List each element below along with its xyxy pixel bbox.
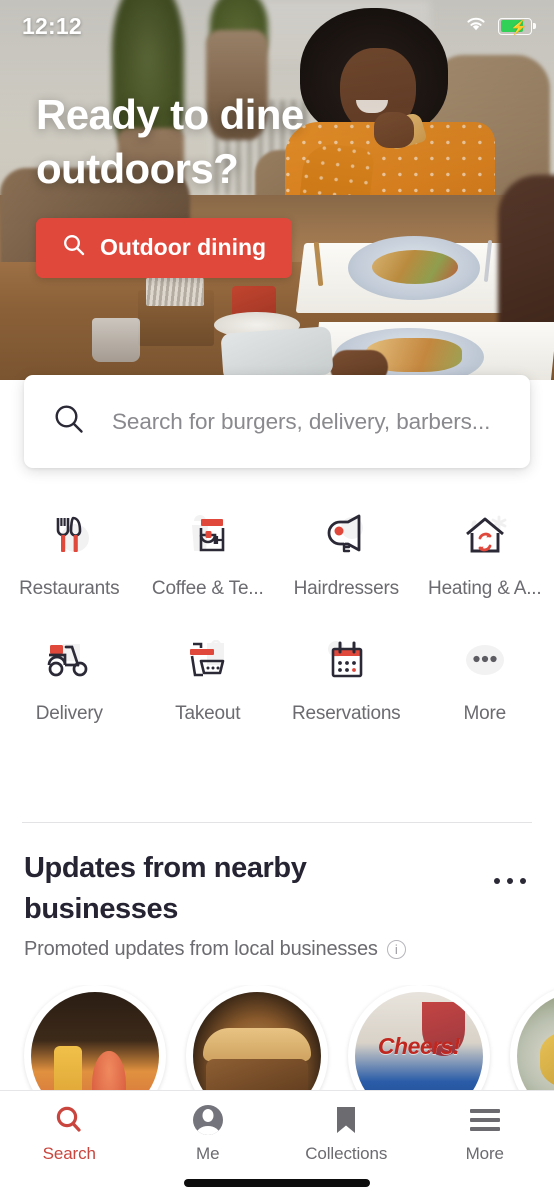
nav-label: Collections <box>305 1144 388 1163</box>
nav-item-collections[interactable]: Collections <box>277 1103 416 1164</box>
nav-label: Search <box>42 1144 96 1163</box>
search-input[interactable]: Search for burgers, delivery, barbers... <box>24 375 530 468</box>
category-hairdressers[interactable]: Hairdressers <box>277 505 416 600</box>
story-caption: Cheers! <box>377 1032 461 1059</box>
hamburger-icon <box>469 1103 500 1137</box>
category-takeout[interactable]: Takeout <box>139 630 278 725</box>
nav-item-me[interactable]: Me <box>139 1103 278 1164</box>
status-clock: 12:12 <box>22 12 82 39</box>
category-restaurants[interactable]: Restaurants <box>0 505 139 600</box>
updates-section: Updates from nearby businesses Promoted … <box>24 848 530 961</box>
bottom-navigation: Search Me Collections More <box>0 1090 554 1200</box>
ellipsis-icon <box>453 630 517 690</box>
updates-title: Updates from nearby businesses <box>24 852 307 925</box>
takeout-box-icon <box>176 630 240 690</box>
avatar-icon <box>192 1103 223 1137</box>
fork-knife-icon <box>37 505 101 565</box>
search-icon <box>52 402 86 441</box>
cheers-promo-flyer: Cheers! <box>355 992 483 1095</box>
nav-label: Me <box>196 1144 220 1163</box>
category-more[interactable]: More <box>416 630 554 725</box>
section-divider <box>22 822 532 823</box>
kebab-menu-icon[interactable] <box>494 848 530 884</box>
category-reservations[interactable]: Reservations <box>277 630 416 725</box>
hair-dryer-icon <box>314 505 378 565</box>
category-label: More <box>463 703 507 724</box>
search-placeholder: Search for burgers, delivery, barbers... <box>112 408 491 434</box>
nav-item-more[interactable]: More <box>416 1103 554 1164</box>
story-item[interactable]: Cheers! <box>348 985 490 1095</box>
bookmark-icon <box>332 1103 360 1137</box>
category-delivery[interactable]: Delivery <box>0 630 139 725</box>
calendar-icon <box>314 630 378 690</box>
category-label: Coffee & Te... <box>151 578 264 599</box>
story-item[interactable] <box>24 985 166 1095</box>
story-item[interactable] <box>510 985 554 1095</box>
category-coffee-tea[interactable]: Coffee & Te... <box>139 505 278 600</box>
search-icon <box>53 1103 85 1137</box>
outdoor-dining-button[interactable]: Outdoor dining <box>36 217 293 278</box>
category-label: Restaurants <box>19 578 120 599</box>
food-plate-photo <box>517 992 554 1095</box>
category-grid: Restaurants Coffee & Te... Hairdressers … <box>0 505 554 725</box>
nav-label: More <box>465 1144 504 1163</box>
home-indicator <box>184 1179 370 1187</box>
cocktails-photo <box>31 992 159 1095</box>
story-item[interactable] <box>186 985 328 1095</box>
updates-carousel[interactable]: Cheers! <box>0 985 554 1095</box>
category-heating-air[interactable]: Heating & A... <box>416 505 554 600</box>
wifi-icon <box>465 16 487 37</box>
info-icon[interactable]: i <box>386 940 406 960</box>
search-icon <box>62 233 86 263</box>
category-label: Heating & A... <box>428 578 542 599</box>
category-label: Reservations <box>292 703 401 724</box>
sandwich-photo <box>193 992 321 1095</box>
category-label: Hairdressers <box>293 578 399 599</box>
status-bar: 12:12 ⚡ <box>0 0 554 52</box>
category-label: Delivery <box>35 703 103 724</box>
hero-title: Ready to dine outdoors? <box>36 91 304 192</box>
nav-item-search[interactable]: Search <box>0 1103 139 1164</box>
coffee-cup-icon <box>176 505 240 565</box>
house-hvac-icon <box>453 505 517 565</box>
scooter-icon <box>37 630 101 690</box>
battery-charging-icon: ⚡ <box>498 17 536 35</box>
updates-subtitle: Promoted updates from local businesses <box>24 938 378 961</box>
category-label: Takeout <box>175 703 241 724</box>
outdoor-dining-label: Outdoor dining <box>100 234 267 260</box>
